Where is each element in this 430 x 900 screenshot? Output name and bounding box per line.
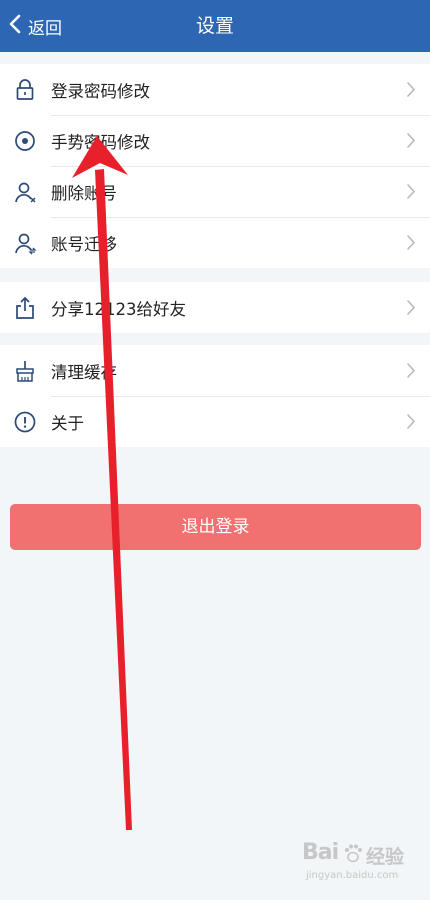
back-button[interactable]: 返回 [6,0,62,52]
menu-item-label: 关于 [51,413,84,433]
gesture-icon [12,128,38,154]
chevron-right-icon [406,413,416,430]
menu-item-delete-account[interactable]: 删除账号 [0,166,430,217]
menu-item-account-migration[interactable]: 账号迁移 [0,217,430,268]
arrow-shaft [95,169,132,830]
menu-item-clear-cache[interactable]: 清理缓存 [0,345,430,396]
menu-item-label: 分享12123给好友 [51,299,186,319]
menu-item-label: 登录密码修改 [51,81,150,101]
delete-user-icon [12,179,38,205]
chevron-right-icon [406,183,416,200]
chevron-right-icon [406,299,416,316]
menu-item-label: 删除账号 [51,183,117,203]
menu-item-gesture-password[interactable]: 手势密码修改 [0,115,430,166]
watermark-url: jingyan.baidu.com [306,870,399,881]
menu-item-login-password[interactable]: 登录密码修改 [0,64,430,115]
settings-group-share: 分享12123给好友 [0,282,430,333]
page-title: 设置 [195,15,234,37]
menu-item-about[interactable]: 关于 [0,396,430,447]
lock-icon [12,77,38,103]
nav-bar: 返回 设置 [0,0,430,52]
migrate-user-icon [12,230,38,256]
logout-button[interactable]: 退出登录 [10,504,421,550]
chevron-right-icon [406,81,416,98]
watermark-brand: 经验 [366,846,405,868]
settings-group-security: 登录密码修改 手势密码修改 删除账号 账号迁移 [0,64,430,268]
info-icon [12,409,38,435]
watermark-logo: Bai [302,840,339,865]
chevron-left-icon [6,13,24,40]
settings-group-misc: 清理缓存 关于 [0,345,430,447]
watermark: Bai 经验 jingyan.baidu.com [302,840,412,890]
menu-item-share[interactable]: 分享12123给好友 [0,282,430,333]
paw-icon [345,844,362,863]
broom-icon [12,358,38,384]
back-label: 返回 [28,18,62,39]
menu-item-label: 账号迁移 [51,234,117,254]
menu-item-label: 清理缓存 [51,362,117,382]
chevron-right-icon [406,132,416,149]
chevron-right-icon [406,234,416,251]
menu-item-label: 手势密码修改 [51,132,150,152]
share-icon [12,295,38,321]
chevron-right-icon [406,362,416,379]
